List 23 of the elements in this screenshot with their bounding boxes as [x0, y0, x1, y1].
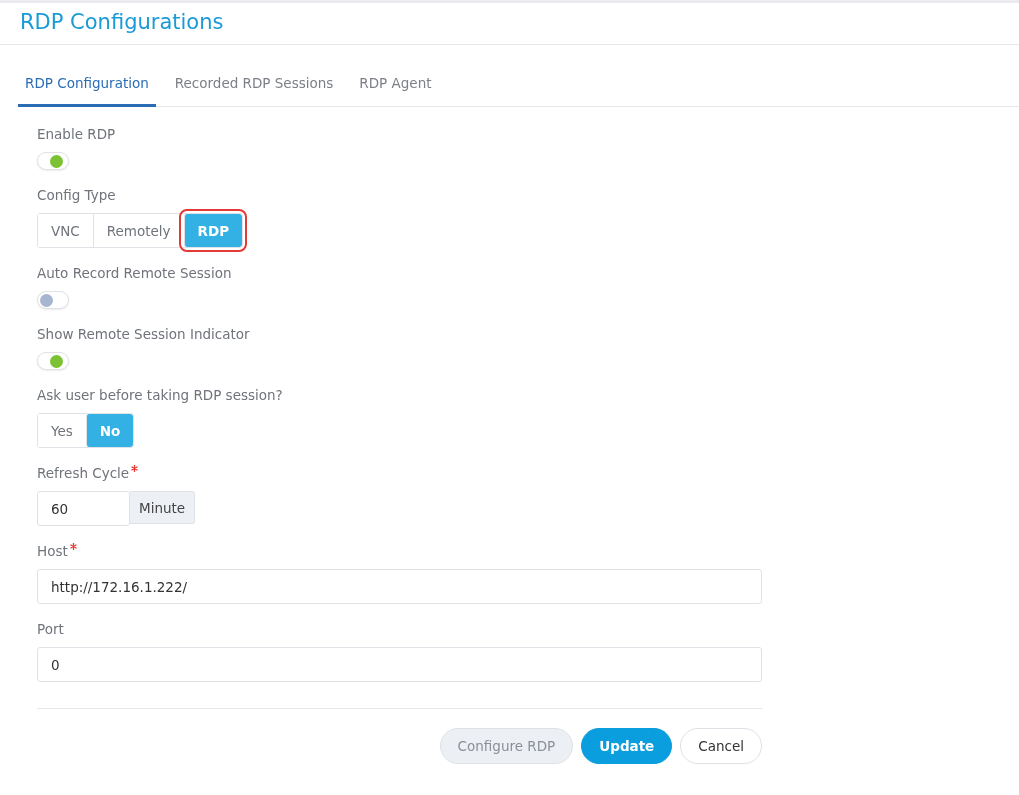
input-field[interactable]: 0	[37, 647, 762, 682]
toggle-switch[interactable]	[37, 352, 69, 370]
toggle-switch[interactable]	[37, 291, 69, 309]
tab[interactable]: Recorded RDP Sessions	[167, 67, 341, 107]
field-label: Host	[37, 542, 68, 560]
action-button[interactable]: Cancel	[680, 728, 762, 764]
required-asterisk-icon	[69, 543, 77, 550]
field-label: Config Type	[37, 186, 116, 204]
required-asterisk-icon	[131, 465, 139, 472]
input-field[interactable]: http://172.16.1.222/	[37, 569, 762, 604]
field-label: Refresh Cycle	[37, 464, 130, 482]
field-label: Show Remote Session Indicator	[37, 325, 250, 343]
tab[interactable]: RDP Agent	[352, 67, 439, 107]
tab[interactable]: RDP Configuration	[18, 67, 156, 107]
toggle-switch[interactable]	[37, 152, 69, 170]
input-field[interactable]: 60	[37, 491, 130, 526]
unit-addon: Minute	[130, 491, 196, 524]
field-label: Auto Record Remote Session	[37, 264, 232, 282]
field-label: Port	[37, 620, 64, 638]
action-button[interactable]: Update	[581, 728, 673, 764]
page-title: RDP Configurations	[20, 9, 225, 36]
field-label: Enable RDP	[37, 125, 116, 143]
field-label: Ask user before taking RDP session?	[37, 386, 283, 404]
